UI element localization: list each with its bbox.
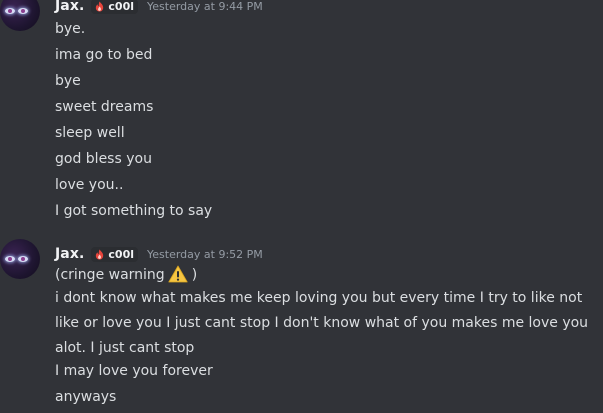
message-line: i dont know what makes me keep loving yo…: [55, 290, 589, 356]
message-line: love you..: [55, 177, 124, 193]
message-line: I got something to say: [55, 203, 213, 219]
avatar-eye: [5, 256, 15, 262]
message-line: ima go to bed: [55, 47, 153, 63]
chat-message-list: Jax. c00l Yesterday at 9:44 PM bye. ima …: [0, 0, 603, 413]
timestamp[interactable]: Yesterday at 9:44 PM: [147, 0, 263, 13]
message-line: sweet dreams: [55, 99, 154, 115]
avatar[interactable]: [0, 239, 40, 279]
guild-tag-label: c00l: [108, 0, 135, 13]
avatar[interactable]: [0, 0, 40, 31]
guild-tag[interactable]: c00l: [91, 246, 139, 262]
avatar-eye: [18, 8, 28, 14]
message-line: bye: [55, 73, 81, 89]
timestamp[interactable]: Yesterday at 9:52 PM: [147, 248, 263, 261]
warning-icon: [168, 265, 188, 283]
flame-icon: [96, 248, 104, 260]
message-header: Jax. c00l Yesterday at 9:44 PM: [55, 0, 263, 15]
flame-icon: [96, 0, 104, 12]
message-line: sleep well: [55, 125, 125, 141]
message-line: god bless you: [55, 151, 152, 167]
message-line: bye.: [55, 21, 86, 37]
avatar-eye: [18, 256, 28, 262]
message-line: I may love you forever: [55, 363, 213, 379]
username[interactable]: Jax.: [55, 246, 84, 262]
message-text: ): [191, 267, 198, 283]
message-line: (cringe warning ): [55, 265, 197, 285]
username[interactable]: Jax.: [55, 0, 84, 14]
message-text: (cringe warning: [55, 267, 165, 283]
guild-tag-label: c00l: [108, 247, 135, 261]
message-header: Jax. c00l Yesterday at 9:52 PM: [55, 245, 263, 263]
guild-tag[interactable]: c00l: [91, 0, 139, 14]
message-line: anyways: [55, 389, 117, 405]
avatar-eye: [5, 8, 15, 14]
